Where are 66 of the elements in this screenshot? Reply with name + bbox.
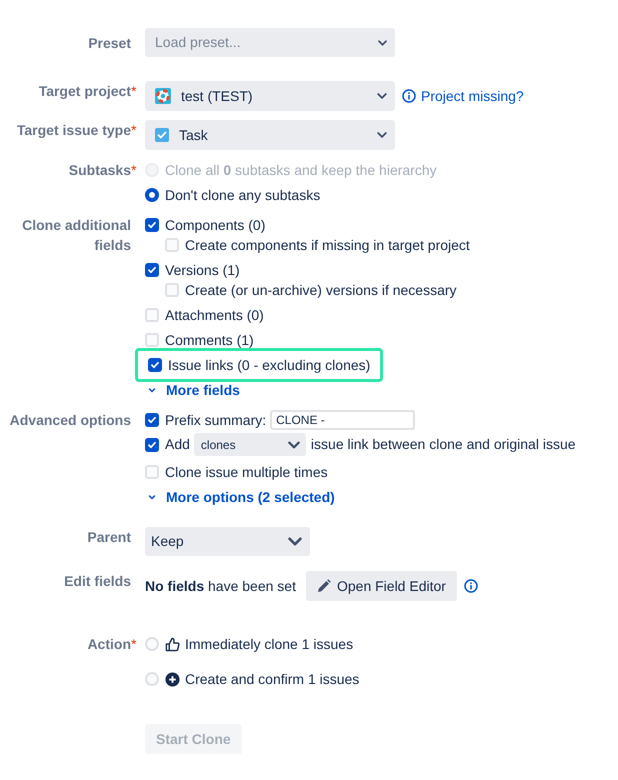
field-label: Target project — [38, 82, 131, 101]
chevron-down-icon — [288, 440, 300, 448]
open-field-editor-button[interactable]: Open Field Editor — [306, 571, 457, 601]
checkbox[interactable] — [165, 283, 179, 297]
checkmark-icon — [147, 440, 157, 450]
option-label: Don't clone any subtasks — [165, 186, 320, 205]
radio-button[interactable] — [145, 188, 159, 202]
checkbox[interactable] — [145, 308, 159, 322]
option-label: Clone issue multiple times — [165, 462, 328, 482]
field-label: Action — [86, 635, 131, 654]
more-options-link[interactable]: More options (2 selected) — [146, 487, 576, 507]
required-mark: * — [131, 161, 138, 180]
link-type-dropdown[interactable]: clones — [194, 433, 306, 456]
option-label: Create and confirm 1 issues — [185, 670, 360, 688]
chevron-down-icon — [377, 132, 387, 138]
lifebuoy-icon — [155, 88, 171, 104]
info-icon — [402, 89, 416, 103]
checkmark-icon — [147, 415, 157, 425]
chevron-down-icon — [288, 537, 302, 546]
info-icon[interactable] — [464, 579, 478, 593]
task-icon — [155, 128, 169, 142]
required-mark: * — [131, 121, 138, 140]
option-label: Prefix summary: — [165, 410, 266, 430]
status-text: No fields have been set — [145, 576, 296, 596]
option-label: issue link between clone and original issue — [310, 435, 576, 454]
checkbox[interactable] — [145, 413, 159, 427]
option-label: Issue links (0 - excluding clones) — [168, 356, 370, 375]
field-label: Preset — [87, 34, 131, 52]
option-label: Comments (1) — [165, 330, 254, 350]
project-dropdown[interactable]: test (TEST) — [145, 81, 395, 111]
thumbs-up-icon — [165, 636, 180, 652]
plus-icon — [165, 672, 180, 686]
checkmark-icon — [147, 265, 157, 275]
option-label: Components (0) — [165, 216, 266, 235]
pencil-icon — [316, 579, 331, 593]
option-label: Create (or un-archive) versions if necessary — [185, 280, 457, 300]
issue-type-dropdown[interactable]: Task — [145, 120, 395, 150]
field-label: Clone additional fields — [21, 216, 131, 255]
chevron-down-icon — [377, 93, 387, 99]
checkmark-icon — [150, 360, 160, 370]
checkmark-icon — [147, 220, 157, 230]
more-fields-link[interactable]: More fields — [146, 380, 470, 400]
option-label: Immediately clone 1 issues — [185, 634, 354, 654]
field-label: Target issue type — [16, 121, 131, 140]
checkbox[interactable] — [145, 263, 159, 277]
field-label: Subtasks — [68, 161, 131, 180]
field-label: Advanced options — [8, 411, 131, 430]
checkbox[interactable] — [145, 438, 159, 452]
checkbox[interactable] — [165, 238, 179, 252]
required-mark: * — [131, 635, 138, 654]
checkbox[interactable] — [145, 333, 159, 347]
project-missing-link[interactable]: Project missing? — [402, 86, 524, 106]
option-label: Clone all 0 subtasks and keep the hierarchy — [165, 160, 437, 180]
required-mark: * — [131, 82, 138, 101]
option-label: Attachments (0) — [165, 306, 264, 325]
field-label: Edit fields — [63, 572, 131, 591]
option-label: Create components if missing in target project — [185, 236, 470, 255]
option-label: Versions (1) — [165, 260, 240, 280]
chevron-down-icon — [378, 40, 387, 46]
checkbox[interactable] — [145, 218, 159, 232]
field-label: Parent — [86, 528, 131, 547]
checkbox[interactable] — [145, 465, 159, 479]
checkbox[interactable] — [148, 358, 162, 372]
option-label: Add — [165, 435, 190, 454]
prefix-input[interactable]: CLONE - — [270, 410, 416, 430]
parent-dropdown[interactable]: Keep — [145, 527, 310, 556]
